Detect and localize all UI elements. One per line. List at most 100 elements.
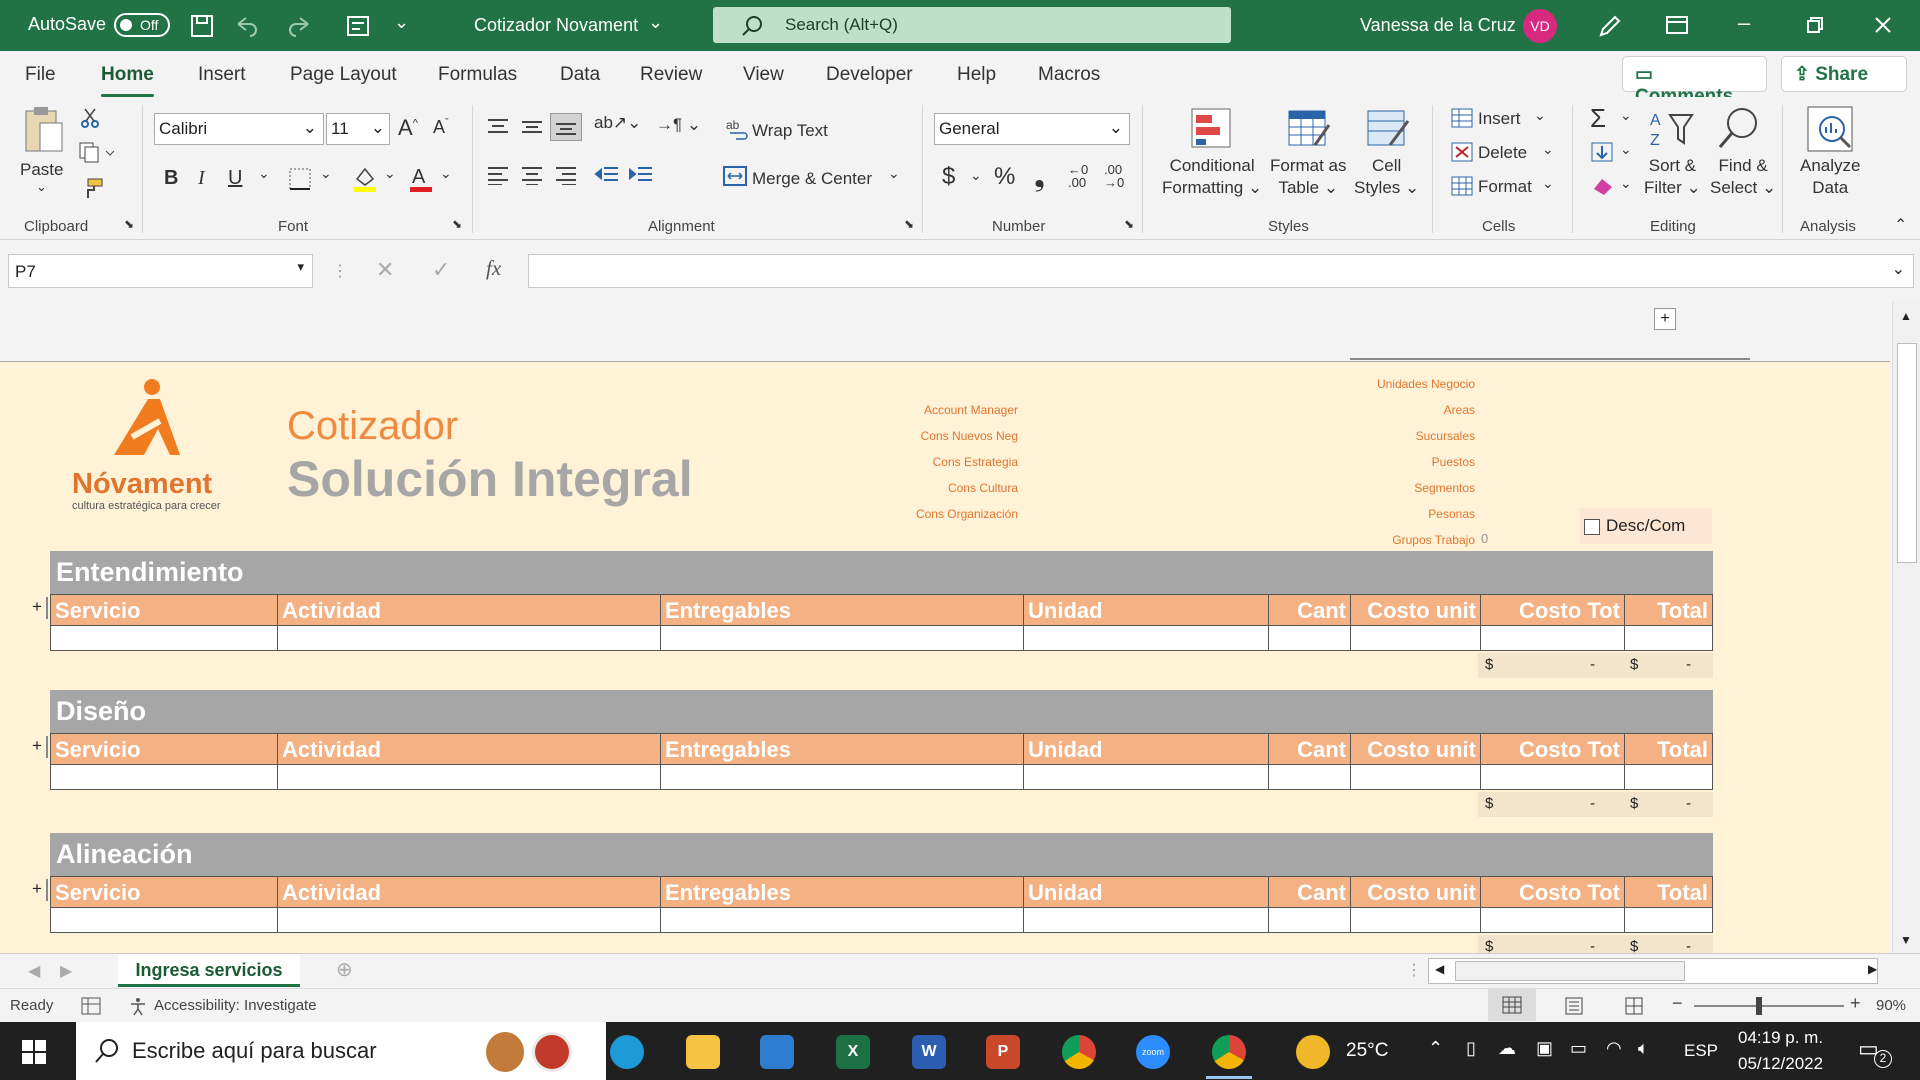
copy-icon[interactable] [78, 141, 116, 163]
redo-icon[interactable] [288, 14, 314, 38]
zoom-slider[interactable] [1694, 1005, 1844, 1007]
zoom-out-icon[interactable]: − [1672, 993, 1683, 1014]
excel-icon[interactable]: X [836, 1035, 870, 1069]
tab-page-layout[interactable]: Page Layout [290, 64, 397, 86]
delete-chevron-icon[interactable]: ⌄ [1542, 141, 1554, 158]
show-hidden-icons-icon[interactable]: ⌃ [1428, 1038, 1443, 1059]
align-right-icon[interactable] [554, 165, 578, 185]
clock-date[interactable]: 05/12/2022 [1738, 1054, 1823, 1074]
number-launcher-icon[interactable]: ⬊ [1124, 217, 1134, 231]
align-middle-icon[interactable] [520, 117, 544, 137]
display-icon[interactable]: ▣ [1536, 1038, 1553, 1059]
format-painter-icon[interactable] [80, 177, 104, 199]
insert-cells-icon[interactable] [1450, 107, 1474, 129]
tab-review[interactable]: Review [640, 64, 702, 86]
clear-icon[interactable] [1590, 175, 1614, 197]
wifi-icon[interactable]: ◠ [1606, 1038, 1622, 1059]
paste-chevron-icon[interactable]: ⌄ [36, 179, 47, 195]
underline-button[interactable]: U [228, 167, 242, 190]
clipboard-launcher-icon[interactable]: ⬊ [124, 217, 134, 231]
zoom-level[interactable]: 90% [1876, 997, 1906, 1014]
title-chevron-icon[interactable]: ⌄ [648, 12, 663, 33]
clock-time[interactable]: 04:19 p. m. [1738, 1028, 1823, 1048]
borders-icon[interactable] [288, 167, 312, 191]
tab-splitter-icon[interactable]: ⋮ [1406, 960, 1422, 980]
comma-icon[interactable]: ❟ [1034, 161, 1045, 194]
tab-help[interactable]: Help [957, 64, 996, 86]
zoom-in-icon[interactable]: + [1850, 993, 1861, 1014]
vertical-scrollbar[interactable]: ▲ ▼ [1892, 301, 1920, 953]
table-row[interactable] [50, 626, 1713, 651]
fill-chevron-icon[interactable]: ⌄ [384, 165, 396, 182]
delete-cells-button[interactable]: Delete [1478, 143, 1527, 163]
horizontal-scrollbar[interactable]: ◀ [1428, 958, 1878, 984]
currency-chevron-icon[interactable]: ⌄ [970, 167, 982, 184]
increase-decimal-icon[interactable]: ←0.00 [1068, 163, 1088, 189]
expand-row-button[interactable]: + [28, 736, 48, 758]
table-row[interactable] [50, 908, 1713, 933]
cell-styles-button[interactable]: Cell Styles ⌄ [1354, 155, 1419, 199]
tab-ingresa-servicios[interactable]: Ingresa servicios [118, 954, 300, 987]
font-launcher-icon[interactable]: ⬊ [452, 217, 462, 231]
cell-mode-icon[interactable] [80, 996, 102, 1016]
prev-sheet-icon[interactable]: ◀ [28, 961, 40, 981]
format-cells-button[interactable]: Format [1478, 177, 1532, 197]
name-box[interactable]: P7 ▾ [8, 254, 313, 288]
text-direction-icon[interactable]: →¶ ⌄ [656, 115, 701, 135]
tab-file[interactable]: File [25, 64, 56, 86]
grow-font-icon[interactable]: A^ [398, 115, 418, 141]
expand-row-button[interactable]: + [28, 597, 48, 619]
tab-insert[interactable]: Insert [198, 64, 246, 86]
windows-start-icon[interactable] [22, 1040, 46, 1064]
decrease-indent-icon[interactable] [594, 165, 620, 185]
comments-button[interactable]: ▭ Comments [1622, 56, 1767, 107]
document-title[interactable]: Cotizador Novament [474, 15, 638, 36]
fill-down-icon[interactable] [1590, 141, 1614, 163]
collapse-ribbon-icon[interactable]: ⌃ [1894, 215, 1907, 235]
clear-chevron-icon[interactable]: ⌄ [1620, 175, 1632, 192]
user-name[interactable]: Vanessa de la Cruz [1360, 15, 1516, 36]
wrap-text-icon[interactable]: ab [726, 117, 750, 141]
font-size-select[interactable]: 11 ⌄ [326, 113, 390, 145]
shrink-font-icon[interactable]: Aˇ [433, 117, 449, 138]
tab-data[interactable]: Data [560, 64, 600, 86]
weather-temp[interactable]: 25°C [1346, 1040, 1388, 1062]
fill-chevron-icon[interactable]: ⌄ [1620, 141, 1632, 158]
search-box[interactable]: Search (Alt+Q) [713, 7, 1231, 43]
autosum-chevron-icon[interactable]: ⌄ [1620, 107, 1632, 124]
number-format-select[interactable]: General ⌄ [934, 113, 1130, 145]
page-break-view-icon[interactable] [1624, 996, 1644, 1016]
align-center-icon[interactable] [520, 165, 544, 185]
tab-view[interactable]: View [743, 64, 784, 86]
weather-icon[interactable] [1296, 1035, 1330, 1069]
close-icon[interactable] [1874, 16, 1892, 34]
scroll-thumb[interactable] [1897, 343, 1917, 563]
merge-center-button[interactable]: Merge & Center [752, 169, 872, 189]
italic-button[interactable]: I [198, 167, 205, 190]
word-icon[interactable]: W [912, 1035, 946, 1069]
zoom-slider-thumb[interactable] [1756, 997, 1762, 1015]
table-row[interactable] [50, 765, 1713, 790]
customize-toolbar-icon[interactable]: ⌄ [394, 12, 409, 33]
delete-cells-icon[interactable] [1450, 141, 1474, 163]
analyze-data-button[interactable]: Analyze Data [1800, 155, 1860, 199]
merge-center-icon[interactable] [722, 165, 748, 187]
form-icon[interactable] [346, 14, 370, 38]
increase-indent-icon[interactable] [628, 165, 654, 185]
find-select-icon[interactable] [1716, 105, 1762, 151]
accessibility-icon[interactable] [128, 996, 148, 1016]
font-color-icon[interactable]: A [408, 165, 434, 193]
insert-chevron-icon[interactable]: ⌄ [1534, 107, 1546, 124]
currency-icon[interactable]: $ [942, 163, 955, 191]
accessibility-status[interactable]: Accessibility: Investigate [154, 997, 317, 1014]
conditional-formatting-icon[interactable] [1190, 107, 1232, 149]
insert-cells-button[interactable]: Insert [1478, 109, 1521, 129]
pen-icon[interactable] [1597, 13, 1623, 39]
cell-styles-icon[interactable] [1366, 107, 1412, 149]
percent-icon[interactable]: % [994, 163, 1015, 191]
chrome-icon[interactable] [1062, 1035, 1096, 1069]
sort-filter-button[interactable]: Sort & Filter ⌄ [1644, 155, 1701, 199]
scroll-left-icon[interactable]: ◀ [1435, 962, 1444, 976]
format-as-table-button[interactable]: Format as Table ⌄ [1270, 155, 1347, 199]
store-icon[interactable] [760, 1035, 794, 1069]
